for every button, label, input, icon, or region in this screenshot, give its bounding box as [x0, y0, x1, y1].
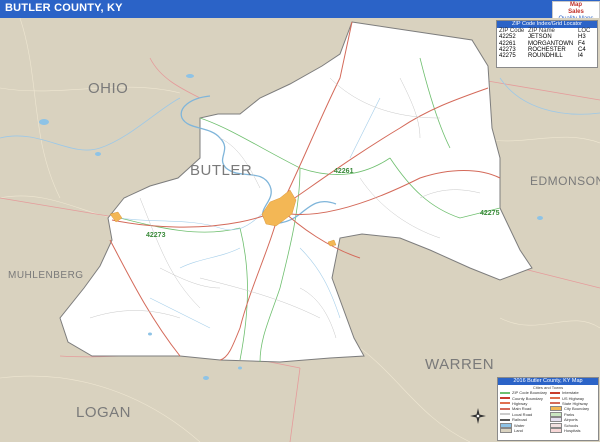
legend-label: US Highway — [562, 395, 585, 401]
school-swatch — [550, 422, 562, 428]
main-road-swatch — [500, 407, 510, 410]
zip-label-42275: 42275 — [480, 210, 500, 217]
map-legend: 2016 Butler County, KY Map Cities and To… — [497, 377, 599, 441]
legend-item: Hospitals — [550, 427, 598, 433]
legend-header: 2016 Butler County, KY Map — [498, 378, 598, 385]
airport-swatch — [550, 417, 562, 423]
legend-label: Interstate — [562, 390, 579, 396]
legend-label: Local Road — [512, 411, 533, 417]
map-frame: BUTLER COUNTY, KY Map Sales Quality Maps — [0, 0, 600, 442]
county-swatch — [500, 397, 510, 400]
county-label-warren: WARREN — [425, 356, 495, 373]
legend-label: Airports — [564, 417, 578, 423]
legend-label: Land — [514, 427, 523, 433]
brand-line-2: Sales — [568, 9, 584, 15]
brand-logo: Map Sales Quality Maps — [552, 1, 600, 22]
county-label-muhlenberg: MUHLENBERG — [8, 270, 84, 281]
zip-label-42261: 42261 — [334, 168, 354, 175]
county-label-edmonson: EDMONSON — [530, 174, 600, 188]
zip-label-42273: 42273 — [146, 232, 166, 239]
county-label-logan: LOGAN — [76, 404, 132, 421]
compass-rose-icon — [470, 408, 486, 424]
loc-cell: I4 — [578, 53, 584, 60]
zip-swatch — [500, 391, 510, 394]
zip-index-row: 42275 ROUNDHILL I4 — [497, 53, 597, 59]
us-highway-swatch — [550, 397, 560, 400]
land-swatch — [500, 427, 512, 433]
legend-right-column: Interstate US Highway State Highway City… — [548, 390, 598, 433]
local-road-swatch — [500, 413, 510, 416]
zip-index-header: ZIP Code Index/Grid Locator — [497, 21, 597, 28]
map-title: BUTLER COUNTY, KY — [5, 2, 123, 14]
legend-label: City Boundary — [564, 406, 590, 412]
legend-label: Parks — [564, 411, 575, 417]
brand-line-1: Map — [570, 2, 582, 8]
railroad-swatch — [500, 418, 510, 421]
legend-label: Schools — [564, 422, 579, 428]
park-swatch — [550, 411, 562, 417]
legend-label: ZIP Code Boundary — [512, 390, 548, 396]
zip-code-index: ZIP Code Index/Grid Locator ZIP Code ZIP… — [496, 20, 598, 68]
county-label-butler: BUTLER — [190, 162, 253, 179]
legend-label: County Boundary — [512, 395, 543, 401]
name-cell: ROUNDHILL — [528, 53, 563, 60]
legend-label: Railroad — [512, 417, 527, 423]
legend-label: Hospitals — [564, 427, 581, 433]
legend-columns: ZIP Code Boundary County Boundary Highwa… — [498, 390, 598, 433]
interstate-swatch — [550, 391, 560, 394]
legend-label: Highway — [512, 400, 528, 406]
highway-swatch — [500, 402, 510, 405]
title-bar: BUTLER COUNTY, KY Map Sales Quality Maps — [0, 0, 600, 22]
zip-cell: 42275 — [499, 53, 516, 60]
hospital-swatch — [550, 427, 562, 433]
city-swatch — [550, 406, 562, 412]
legend-item: Land — [500, 427, 548, 433]
legend-label: Water — [514, 422, 525, 428]
county-label-ohio: OHIO — [88, 80, 129, 97]
legend-label: Main Road — [512, 406, 532, 412]
state-highway-swatch — [550, 402, 560, 405]
water-swatch — [500, 422, 512, 428]
legend-label: State Highway — [562, 400, 588, 406]
legend-left-column: ZIP Code Boundary County Boundary Highwa… — [498, 390, 548, 433]
